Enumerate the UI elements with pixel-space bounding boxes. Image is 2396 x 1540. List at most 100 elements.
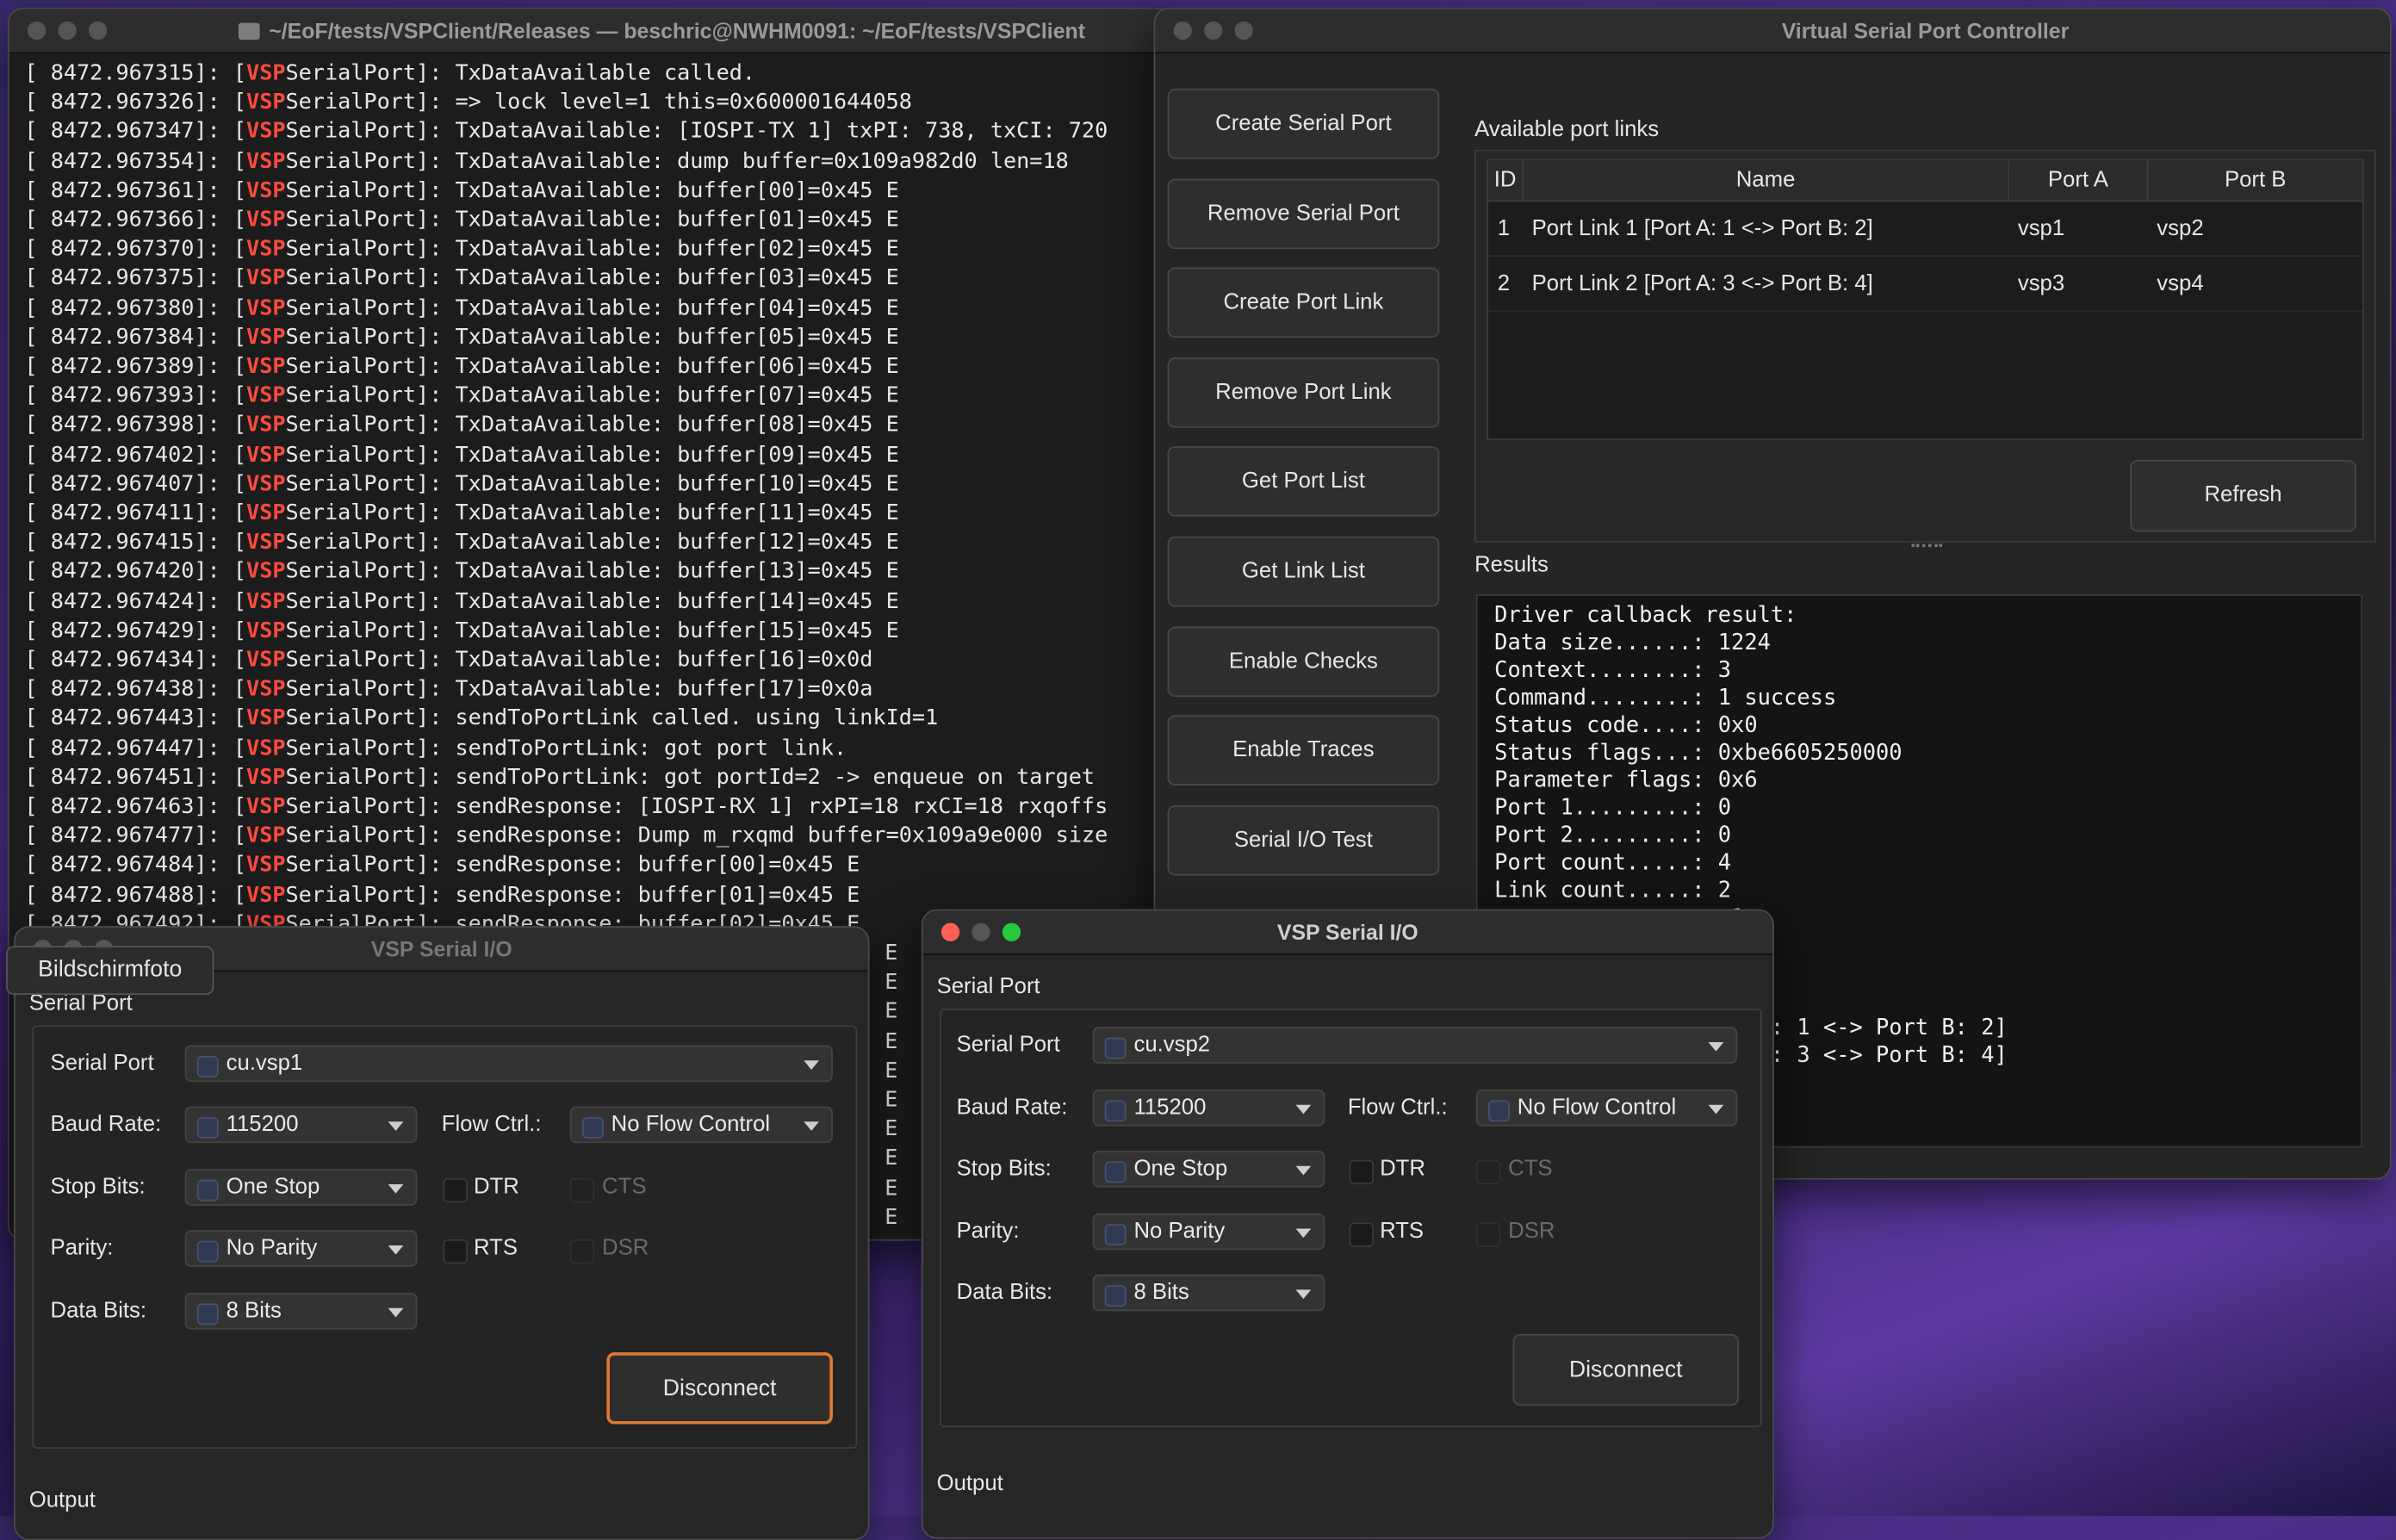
result-line: Driver callback result: [1494,603,1797,629]
zoom-icon[interactable] [1234,21,1253,40]
screenshot-tooltip: Bildschirmfoto [6,946,214,996]
dtr-checkbox[interactable] [443,1177,468,1203]
enable-traces-button[interactable]: Enable Traces [1167,715,1440,786]
zoom-icon[interactable] [88,21,108,40]
dtr-checkbox[interactable] [1349,1159,1375,1185]
terminal-line: [ 8472.967326]: [VSPSerialPort]: => lock… [24,90,912,115]
col-id[interactable]: ID [1488,160,1524,202]
cts-label: CTS [1508,1157,1553,1182]
rts-checkbox[interactable] [1349,1222,1375,1247]
disconnect-button[interactable]: Disconnect [1512,1333,1740,1406]
remove-port-link-button[interactable]: Remove Port Link [1167,357,1440,428]
col-port-a[interactable]: Port A [2008,160,2149,202]
terminal-line: [ 8472.967375]: [VSPSerialPort]: TxDataA… [24,266,899,291]
baud-icon [196,1116,219,1139]
serial-port-select[interactable]: cu.vsp2 [1092,1027,1738,1064]
output-label: Output [28,1488,96,1513]
terminal-line: [ 8472.967488]: [VSPSerialPort]: sendRes… [24,882,860,908]
terminal-line: [ 8472.967438]: [VSPSerialPort]: TxDataA… [24,677,873,702]
terminal-title: ~/EoF/tests/VSPClient/Releases — beschri… [238,18,1170,43]
terminal-line: [ 8472.967380]: [VSPSerialPort]: TxDataA… [24,295,899,320]
result-line: Port 1.........: 0 [1494,796,1732,821]
result-line: Link count.....: 2 [1494,879,1732,904]
terminal-tail-column: EEEEEEEEEE [885,940,897,1233]
terminal-titlebar[interactable]: ~/EoF/tests/VSPClient/Releases — beschri… [9,9,1171,54]
terminal-line: [ 8472.967447]: [VSPSerialPort]: sendToP… [24,736,847,761]
links-table[interactable]: ID Name Port A Port B 1 Port Link 1 [Por… [1487,158,2364,440]
parity-select[interactable]: No Parity [184,1230,418,1267]
get-port-list-button[interactable]: Get Port List [1167,446,1440,518]
stop-label: Stop Bits: [956,1157,1052,1182]
data-bits-label: Data Bits: [50,1299,147,1324]
port-icon [1104,1037,1127,1059]
terminal-line: [ 8472.967370]: [VSPSerialPort]: TxDataA… [24,237,899,262]
enable-checks-button[interactable]: Enable Checks [1167,625,1440,697]
chevron-down-icon [1295,1165,1312,1176]
terminal-line: [ 8472.967393]: [VSPSerialPort]: TxDataA… [24,383,899,409]
parity-select[interactable]: No Parity [1092,1213,1325,1251]
terminal-line: [ 8472.967415]: [VSPSerialPort]: TxDataA… [24,531,899,556]
minimize-icon[interactable] [1204,21,1223,40]
close-icon[interactable] [1173,21,1192,40]
terminal-tail-char: E [885,1205,898,1230]
terminal-line: [ 8472.967315]: [VSPSerialPort]: TxDataA… [24,60,756,86]
terminal-line: [ 8472.967366]: [VSPSerialPort]: TxDataA… [24,208,899,233]
terminal-tail-char: E [885,1000,898,1025]
table-row[interactable]: 2 Port Link 2 [Port A: 3 <-> Port B: 4] … [1488,256,2362,312]
terminal-line: [ 8472.967361]: [VSPSerialPort]: TxDataA… [24,178,899,203]
data-bits-select[interactable]: 8 Bits [184,1292,418,1330]
serial-port-group-label: Serial Port [28,991,133,1016]
serial-io-window-left[interactable]: VSP Serial I/O Serial Port Serial Port c… [13,926,870,1540]
cell-port-a: vsp1 [2008,201,2148,258]
data-bits-select[interactable]: 8 Bits [1092,1274,1325,1312]
create-port-link-button[interactable]: Create Port Link [1167,267,1440,338]
controller-titlebar[interactable]: Virtual Serial Port Controller [1155,9,2390,54]
cts-checkbox [1475,1159,1501,1185]
terminal-line: [ 8472.967407]: [VSPSerialPort]: TxDataA… [24,471,899,497]
minimize-icon[interactable] [58,21,77,40]
stop-bits-select[interactable]: One Stop [1092,1150,1325,1188]
cell-name: Port Link 2 [Port A: 3 <-> Port B: 4] [1522,256,2009,312]
create-serial-port-button[interactable]: Create Serial Port [1167,88,1440,159]
refresh-button[interactable]: Refresh [2130,460,2356,532]
table-row[interactable]: 1 Port Link 1 [Port A: 1 <-> Port B: 2] … [1488,201,2362,258]
baud-label: Baud Rate: [956,1096,1068,1121]
disconnect-button[interactable]: Disconnect [606,1352,833,1425]
flow-label: Flow Ctrl.: [1347,1096,1448,1121]
terminal-line: [ 8472.967347]: [VSPSerialPort]: TxDataA… [24,120,1108,145]
terminal-line: [ 8472.967429]: [VSPSerialPort]: TxDataA… [24,618,899,643]
serial-i-o-test-button[interactable]: Serial I/O Test [1167,804,1440,876]
terminal-tail-char: E [885,970,898,996]
chevron-down-icon [1295,1289,1312,1300]
terminal-line: [ 8472.967443]: [VSPSerialPort]: sendToP… [24,706,939,731]
flow-icon [1488,1100,1510,1122]
col-name[interactable]: Name [1522,160,2010,202]
splitter-handle[interactable] [1911,543,1943,550]
flow-control-select[interactable]: No Flow Control [569,1106,833,1144]
baud-rate-select[interactable]: 115200 [1092,1090,1325,1127]
serial-io-titlebar[interactable]: VSP Serial I/O [922,910,1773,955]
stop-icon [1104,1161,1127,1183]
close-icon[interactable] [27,21,47,40]
get-link-list-button[interactable]: Get Link List [1167,536,1440,607]
port-icon [196,1055,219,1077]
remove-serial-port-button[interactable]: Remove Serial Port [1167,177,1440,249]
stop-bits-select[interactable]: One Stop [184,1169,418,1206]
serial-port-select[interactable]: cu.vsp1 [184,1045,833,1083]
results-label: Results [1474,553,1549,578]
cell-port-b: vsp4 [2147,256,2362,312]
rts-checkbox[interactable] [443,1239,468,1264]
baud-rate-select[interactable]: 115200 [184,1106,418,1144]
col-port-b[interactable]: Port B [2147,160,2362,202]
terminal-output[interactable]: [ 8472.967315]: [VSPSerialPort]: TxDataA… [9,53,1170,940]
result-line: Context........: 3 [1494,658,1732,684]
dsr-label: DSR [602,1236,649,1261]
terminal-line: [ 8472.967484]: [VSPSerialPort]: sendRes… [24,853,860,879]
result-line: Parameter flags: 0x6 [1494,768,1758,793]
flow-control-select[interactable]: No Flow Control [1475,1090,1738,1127]
serial-io-window-right[interactable]: VSP Serial I/O Serial Port Serial Port c… [921,909,1774,1539]
terminal-line: [ 8472.967451]: [VSPSerialPort]: sendToP… [24,765,1096,791]
data-bits-icon [196,1303,219,1326]
baud-label: Baud Rate: [50,1112,162,1138]
flow-label: Flow Ctrl.: [441,1112,542,1138]
